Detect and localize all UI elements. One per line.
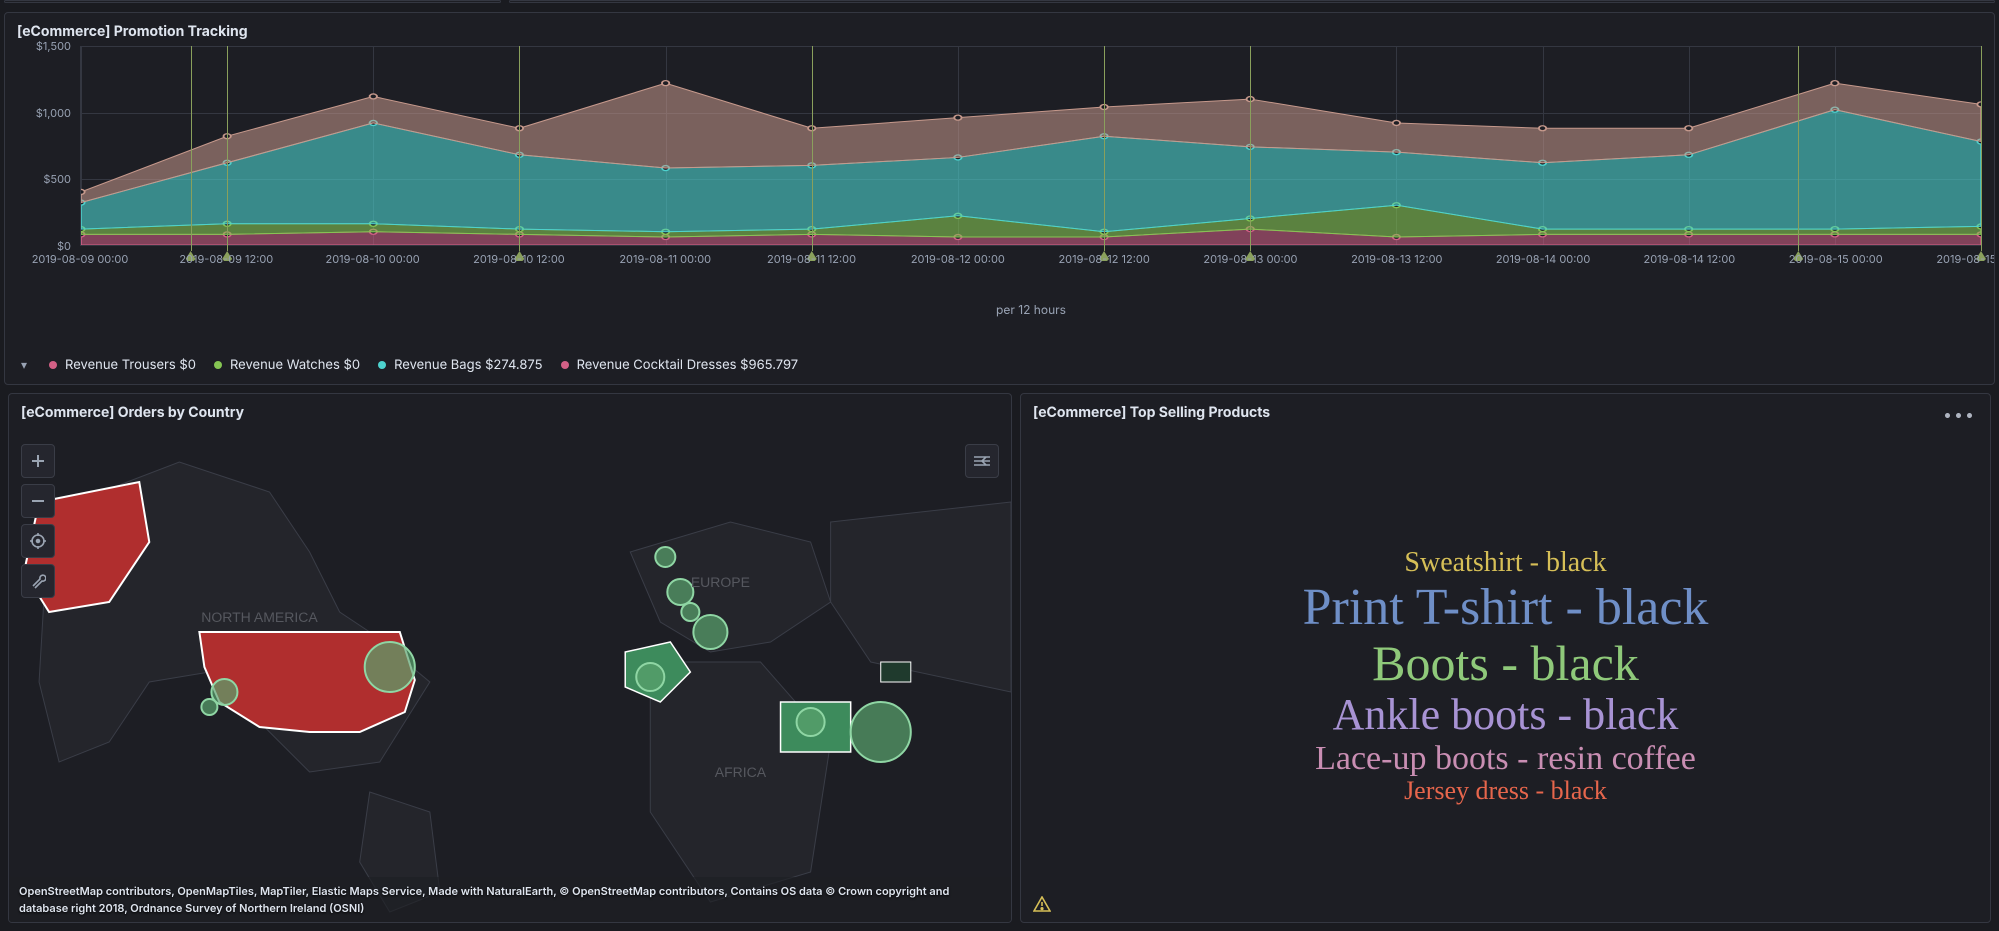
x-tick: 2019-08-10 12:00 bbox=[473, 252, 565, 266]
map-label-eu: EUROPE bbox=[691, 574, 750, 590]
x-tick: 2019-08-14 00:00 bbox=[1496, 252, 1590, 266]
x-tick: 2019-08-15 12:00 bbox=[1936, 252, 1995, 266]
topcard-ph bbox=[4, 0, 501, 3]
map-layers bbox=[965, 444, 999, 478]
map-label-na: NORTH AMERICA bbox=[201, 609, 318, 625]
x-tick: 2019-08-11 00:00 bbox=[619, 252, 711, 266]
x-tick: 2019-08-12 12:00 bbox=[1058, 252, 1149, 266]
y-tick: $1,000 bbox=[36, 106, 71, 120]
topcards-row bbox=[0, 0, 1999, 4]
x-tick: 2019-08-15 00:00 bbox=[1789, 252, 1883, 266]
annotation-marker[interactable] bbox=[1104, 46, 1105, 251]
legend-item[interactable]: Revenue Cocktail Dresses $965.797 bbox=[561, 357, 799, 373]
tagcloud-word[interactable]: Print T-shirt - black bbox=[1303, 579, 1709, 636]
panel-options-icon[interactable]: ••• bbox=[1937, 400, 1982, 428]
map-label-af: AFRICA bbox=[715, 764, 767, 780]
panel-title: [eCommerce] Top Selling Products bbox=[1021, 394, 1990, 427]
legend-item[interactable]: Revenue Bags $274.875 bbox=[378, 357, 543, 373]
x-tick: 2019-08-12 00:00 bbox=[911, 252, 1005, 266]
annotation-marker[interactable] bbox=[227, 46, 228, 251]
tagcloud-word[interactable]: Ankle boots - black bbox=[1333, 691, 1679, 739]
legend-expand-icon[interactable]: ▾ bbox=[17, 355, 31, 374]
tagcloud-word[interactable]: Sweatshirt - black bbox=[1404, 548, 1606, 579]
tag-cloud: Sweatshirt - blackPrint T-shirt - blackB… bbox=[1021, 432, 1990, 922]
map-body[interactable]: NORTH AMERICA EUROPE AFRICA OpenStreetMa… bbox=[9, 432, 1011, 922]
annotation-marker[interactable] bbox=[519, 46, 520, 251]
layers-button[interactable] bbox=[965, 444, 999, 478]
legend-item[interactable]: Revenue Trousers $0 bbox=[49, 357, 196, 373]
legend-swatch bbox=[561, 361, 569, 369]
zoom-out-button[interactable] bbox=[21, 484, 55, 518]
bottom-row: [eCommerce] Orders by Country bbox=[4, 393, 1995, 923]
map-attribution: OpenStreetMap contributors, OpenMapTiles… bbox=[9, 877, 1011, 922]
chart-legend: ▾ Revenue Trousers $0 Revenue Watches $0 R… bbox=[5, 347, 1994, 384]
map-controls bbox=[21, 444, 55, 598]
panel-promotion-tracking: [eCommerce] Promotion Tracking $0 $500 $1,… bbox=[4, 12, 1995, 385]
topcard-ph bbox=[509, 0, 1995, 3]
tools-button[interactable] bbox=[21, 564, 55, 598]
annotation-marker[interactable] bbox=[191, 46, 192, 251]
legend-label: Revenue Cocktail Dresses $965.797 bbox=[577, 357, 799, 373]
x-tick: 2019-08-13 12:00 bbox=[1351, 252, 1442, 266]
x-axis: 2019-08-09 00:002019-08-09 12:002019-08-… bbox=[80, 252, 1982, 270]
x-tick: 2019-08-10 00:00 bbox=[325, 252, 419, 266]
legend-label: Revenue Watches $0 bbox=[230, 357, 360, 373]
panel-title: [eCommerce] Promotion Tracking bbox=[5, 13, 1994, 46]
chart-body: $0$500$1,000$1,500 2019-08-09 00:002019-… bbox=[5, 46, 1994, 347]
panel-top-selling: [eCommerce] Top Selling Products ••• Swe… bbox=[1020, 393, 1991, 923]
legend-label: Revenue Bags $274.875 bbox=[394, 357, 543, 373]
annotation-marker[interactable] bbox=[1250, 46, 1251, 251]
x-tick: 2019-08-09 12:00 bbox=[179, 252, 273, 266]
y-tick: $1,500 bbox=[36, 39, 71, 53]
fit-bounds-button[interactable] bbox=[21, 524, 55, 558]
x-tick: 2019-08-11 12:00 bbox=[767, 252, 856, 266]
annotation-marker[interactable] bbox=[812, 46, 813, 251]
chart-plot[interactable] bbox=[80, 46, 1982, 246]
world-map: NORTH AMERICA EUROPE AFRICA bbox=[9, 432, 1011, 922]
panel-title: [eCommerce] Orders by Country bbox=[9, 394, 1011, 427]
legend-swatch bbox=[49, 361, 57, 369]
legend-item[interactable]: Revenue Watches $0 bbox=[214, 357, 360, 373]
annotation-marker[interactable] bbox=[1798, 46, 1799, 251]
x-tick: 2019-08-14 12:00 bbox=[1644, 252, 1736, 266]
x-axis-caption: per 12 hours bbox=[80, 302, 1982, 317]
warning-icon[interactable] bbox=[1033, 896, 1051, 912]
legend-label: Revenue Trousers $0 bbox=[65, 357, 196, 373]
legend-swatch bbox=[214, 361, 222, 369]
annotation-marker[interactable] bbox=[1981, 46, 1982, 251]
x-tick: 2019-08-13 00:00 bbox=[1203, 252, 1297, 266]
x-tick: 2019-08-09 00:00 bbox=[32, 252, 129, 266]
legend-swatch bbox=[378, 361, 386, 369]
y-tick: $500 bbox=[43, 172, 71, 186]
y-tick: $0 bbox=[57, 239, 71, 253]
zoom-in-button[interactable] bbox=[21, 444, 55, 478]
tagcloud-word[interactable]: Lace-up boots - resin coffee bbox=[1315, 740, 1696, 777]
panel-orders-by-country: [eCommerce] Orders by Country bbox=[8, 393, 1012, 923]
tagcloud-word[interactable]: Jersey dress - black bbox=[1404, 777, 1607, 806]
tagcloud-word[interactable]: Boots - black bbox=[1372, 636, 1639, 691]
